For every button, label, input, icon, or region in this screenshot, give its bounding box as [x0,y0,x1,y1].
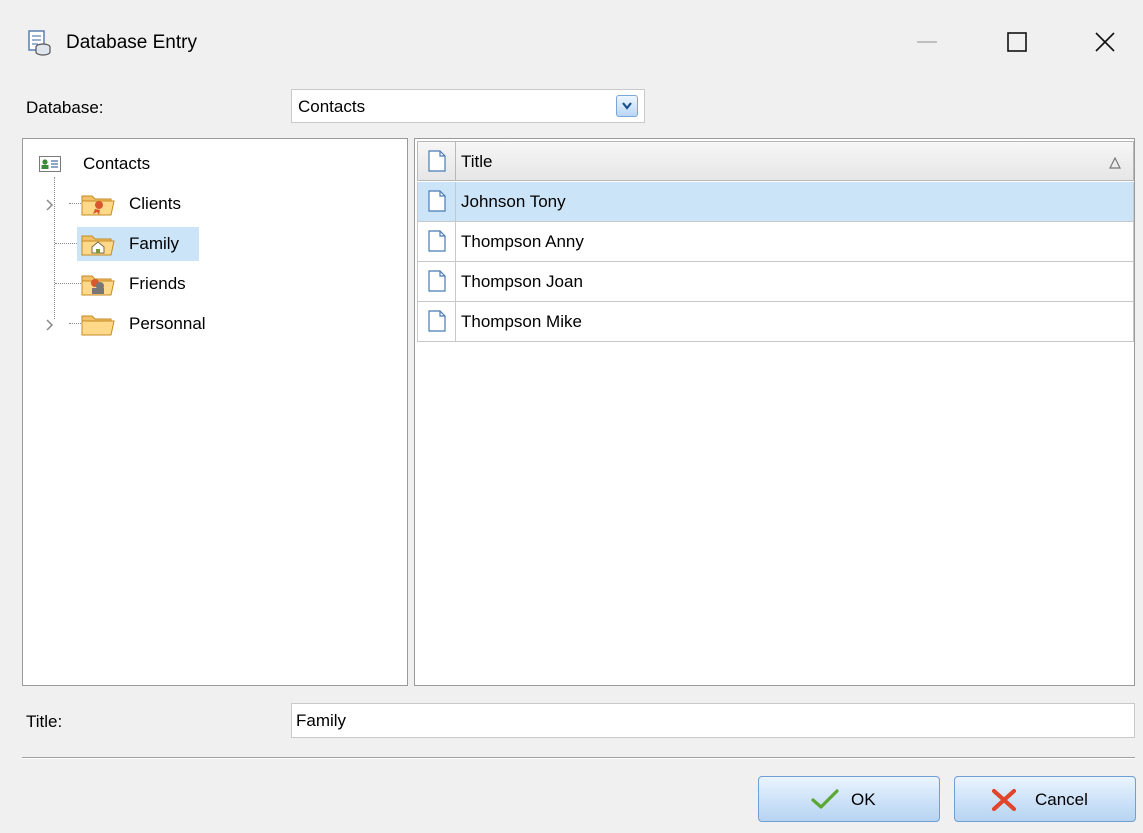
close-button[interactable] [1080,22,1130,62]
tree-item-personnal[interactable]: Personnal [23,307,283,341]
row-icon-cell [418,262,456,301]
checkmark-icon [811,788,839,815]
row-title: Thompson Mike [461,312,582,331]
document-icon [428,270,446,292]
chevron-right-icon[interactable] [45,317,55,337]
tree-item-friends[interactable]: Friends [23,267,263,301]
tree-item-label: Family [129,234,180,253]
separator [22,757,1135,759]
chevron-right-icon[interactable] [45,197,55,217]
tree-item-label: Friends [129,274,186,293]
document-icon [428,190,446,212]
row-title: Thompson Anny [461,232,584,251]
database-selected-value: Contacts [298,97,366,116]
document-icon [428,150,446,172]
dropdown-button[interactable] [616,95,638,117]
tree-item-family[interactable]: Family [23,227,263,261]
row-icon-cell [418,222,456,261]
header-icon-cell [418,142,456,180]
table-row[interactable]: Johnson Tony [417,182,1134,222]
document-icon [428,310,446,332]
folder-icon [81,312,115,341]
row-title: Thompson Joan [461,272,583,291]
window-title: Database Entry [66,32,197,53]
tree-root-label: Contacts [83,154,151,173]
database-select[interactable]: Contacts [291,89,645,123]
maximize-icon [1007,32,1027,52]
tree-item-label: Clients [129,194,181,213]
tree-item-label: Personnal [129,314,206,333]
title-label: Title: [26,712,63,731]
title-bar: Database Entry [0,0,1143,84]
entry-list[interactable]: Title Johnson Tony Thompson Anny Thompso… [414,138,1135,686]
sort-ascending-icon [1109,154,1121,174]
table-row[interactable]: Thompson Joan [417,262,1134,302]
row-icon-cell [418,182,456,221]
folder-family-icon [81,232,115,261]
minimize-button[interactable] [902,22,952,62]
table-row[interactable]: Thompson Mike [417,302,1134,342]
chevron-down-icon [622,102,632,110]
table-row[interactable]: Thompson Anny [417,222,1134,262]
title-input[interactable]: Family [291,703,1135,738]
tree-item-clients[interactable]: Clients [23,187,263,221]
ok-button[interactable]: OK [758,776,940,822]
cancel-button[interactable]: Cancel [954,776,1136,822]
cancel-x-icon [991,788,1017,817]
folder-friends-icon [81,272,115,301]
document-icon [428,230,446,252]
row-icon-cell [418,302,456,341]
database-entry-icon [26,30,52,56]
contacts-card-icon [39,156,61,177]
column-header-title[interactable]: Title [417,141,1134,181]
folder-clients-icon [81,192,115,221]
maximize-button[interactable] [992,22,1042,62]
close-icon [1095,32,1115,52]
minimize-icon [917,41,937,43]
tree-root-contacts[interactable]: Contacts [33,147,233,181]
folder-tree[interactable]: Contacts Clients Family Friends Personna… [22,138,408,686]
cancel-label: Cancel [1035,790,1088,809]
column-title-label: Title [461,152,493,171]
database-label: Database: [26,98,104,117]
ok-label: OK [851,790,876,809]
row-title: Johnson Tony [461,192,566,211]
